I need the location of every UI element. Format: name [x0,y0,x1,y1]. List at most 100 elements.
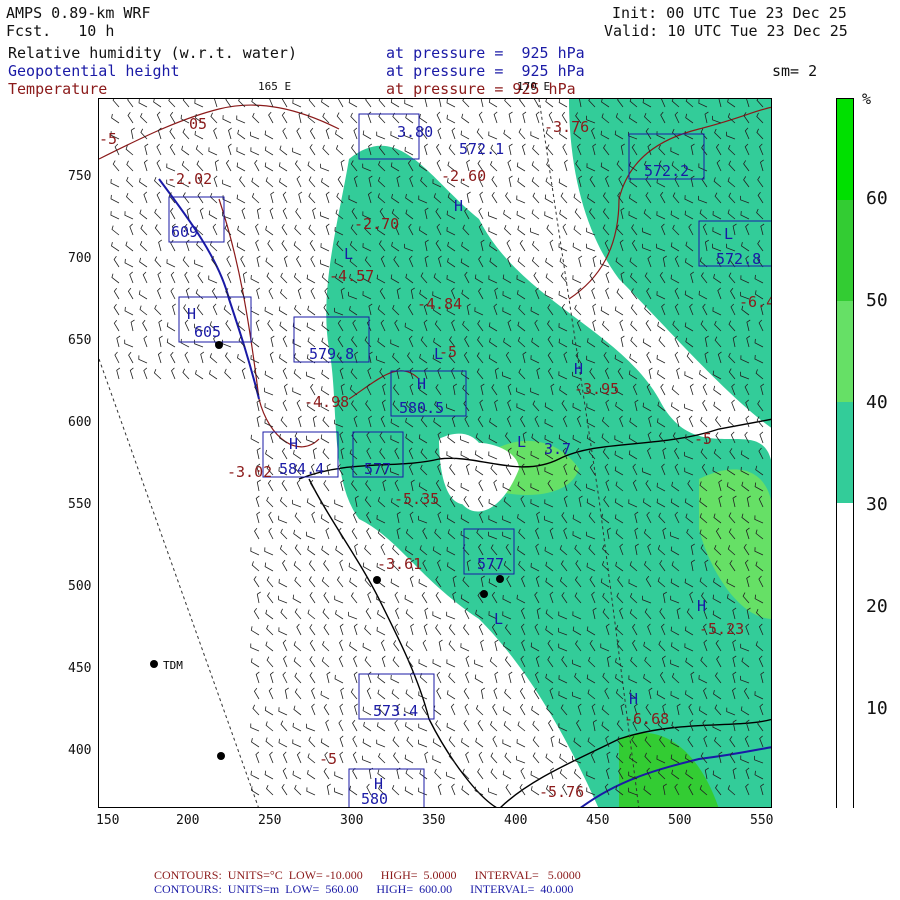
wind-barb [657,370,666,380]
wind-barb [153,369,162,380]
wind-barb [516,210,526,220]
wind-barb [339,751,344,764]
wind-barb [250,306,260,316]
wind-barb [323,623,330,636]
wind-barb [256,479,261,492]
wind-barb [349,785,358,796]
wind-barb [292,99,302,108]
wind-barb [294,672,302,684]
wind-barb [380,543,386,556]
wind-barb [502,770,512,780]
wind-barb [171,367,176,380]
wind-barb [306,531,316,540]
temp-label-13: -6.68 [624,710,669,728]
wind-barb [364,624,372,636]
wind-barb [506,239,512,252]
wind-barb [448,672,456,684]
station-tdm-label: TDM [163,659,183,672]
wind-barb [166,259,176,268]
wind-barb [143,159,148,172]
wind-barb [648,367,653,380]
wind-barb [572,242,582,252]
wind-barb [532,720,540,732]
wind-barb [227,239,232,252]
wind-barb [282,207,288,220]
y-tick-400: 400 [68,743,92,758]
colorbar-tick-10: 10 [866,698,888,719]
wind-barb [266,272,274,284]
wind-barb [158,335,163,348]
wind-barb [405,769,414,780]
wind-barb [405,609,414,620]
wind-barb [619,319,624,332]
wind-barb [279,545,288,556]
raw-value-0: 3.80 [397,123,433,141]
wind-barb [461,785,470,796]
wind-barb [660,383,666,396]
colorbar-band-30 [837,402,853,503]
wind-barb [363,721,372,732]
wind-barb [322,640,330,652]
wind-barb [265,449,274,460]
wind-barb [129,367,134,380]
wind-barb [508,143,513,156]
wind-barb [477,719,484,732]
wind-barb [348,99,358,108]
wind-barb [195,370,204,380]
station-dot-5 [215,341,223,349]
wind-barb [138,99,148,108]
wind-barb [111,242,120,252]
footer1-units: UNITS=°C [227,868,283,882]
wind-barb [292,387,302,396]
height-label-1: 572.2 [644,162,689,180]
wind-barb [128,351,134,364]
wind-barb [280,608,288,620]
wind-barb [362,562,372,572]
wind-barb [620,335,625,348]
l-label-2: L [724,225,733,243]
wind-barb [269,351,274,364]
wind-barb [759,431,764,444]
wind-barb [559,209,568,220]
wind-barb [281,111,288,124]
wind-barb [250,643,260,652]
wind-barb [241,207,246,220]
wind-barb [326,783,331,796]
wind-barb [326,671,331,684]
wind-barb [294,576,302,588]
wind-barb [476,128,484,140]
wind-barb [656,354,666,364]
x-tick-300: 300 [340,813,364,828]
wind-barb [381,655,386,668]
wind-barb [531,256,540,268]
footer1-interval: INTERVAL= 5.0000 [474,868,581,882]
wind-barb [295,208,302,220]
wind-barb [504,752,512,764]
wind-barb [265,721,274,732]
wind-barb [321,545,330,556]
wind-barb [237,225,246,236]
wind-barb [491,191,498,204]
wind-barb [157,271,162,284]
wind-barb [278,306,288,316]
wind-barb [166,322,176,332]
wind-barb [432,755,442,764]
wind-barb [549,239,554,252]
wind-barb [352,735,358,748]
wind-barb [309,639,316,652]
wind-barb [532,144,540,156]
wind-barb [367,591,372,604]
wind-barb [279,354,288,364]
wind-barb [256,447,261,460]
wind-barb [309,239,316,252]
x-tick-200: 200 [176,813,200,828]
map-panel[interactable]: TDM -3.76 -2.60 -2.70 -4.57 -4.84 -3.95 … [98,98,772,808]
wind-barb [461,113,470,124]
wind-barb [265,225,274,236]
wind-barb [446,659,456,668]
wind-barb [558,99,568,108]
wind-barb [395,607,400,620]
wind-barb [351,144,358,156]
wind-barb [334,595,344,604]
wind-barb [492,703,498,716]
